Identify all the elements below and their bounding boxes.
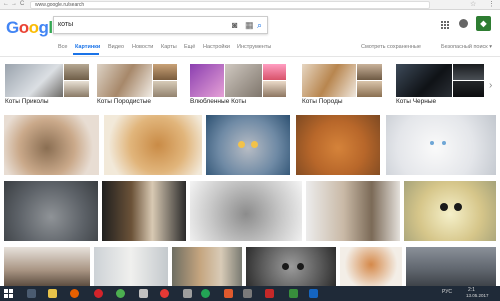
image-result[interactable] [94,247,168,286]
related-chip-porody[interactable]: Коты Породы [302,64,382,111]
tab-more[interactable]: Ещё [184,44,195,50]
logo-letter: o [28,18,39,37]
app-icon[interactable] [183,289,192,298]
image-result[interactable] [406,247,496,286]
image-result[interactable] [104,115,202,175]
related-chip-vlyublennye[interactable]: Влюбленные Коты [190,64,286,111]
reload-button[interactable]: C [20,1,24,7]
divider [0,56,500,57]
search-input[interactable]: коты [58,21,73,28]
spreadsheet-icon[interactable] [289,289,298,298]
chip-label: Коты Породы [302,98,343,105]
screenshot-root: ← → C www.google.ru/search ☆ ⋮ Google ко… [0,0,500,301]
image-result[interactable] [190,181,302,241]
chrome-icon[interactable] [116,289,125,298]
opera-icon[interactable] [94,289,103,298]
tab-news[interactable]: Новости [132,44,153,50]
chip-label: Влюбленные Коты [190,98,247,105]
tab-video[interactable]: Видео [108,44,124,50]
apps-grid-icon[interactable] [441,21,449,29]
forward-button[interactable]: → [11,1,17,7]
image-result[interactable] [246,247,336,286]
logo-letter: g [38,18,49,37]
tab-tools[interactable]: Инструменты [237,44,271,50]
camera-icon[interactable]: ◙ [232,20,237,30]
app-icon[interactable] [139,289,148,298]
tab-maps[interactable]: Карты [161,44,177,50]
image-result[interactable] [206,115,290,175]
image-result[interactable] [172,247,242,286]
image-result[interactable] [102,181,186,241]
active-tab-indicator [73,53,99,55]
tab-images[interactable]: Картинки [75,44,100,50]
firefox-icon[interactable] [70,289,79,298]
whatsapp-icon[interactable] [201,289,210,298]
keyboard-icon[interactable]: ▦ [245,20,254,31]
chip-label: Коты Приколы [5,98,49,105]
browser-menu-icon[interactable]: ⋮ [488,0,495,8]
related-chip-chernye[interactable]: Коты Черные [396,64,484,111]
tab-settings[interactable]: Настройки [203,44,230,50]
related-chip-porodistye[interactable]: Коты Породистые [97,64,177,111]
image-result[interactable] [4,247,90,286]
bookmark-star-icon[interactable]: ☆ [470,0,476,8]
file-explorer-icon[interactable] [48,289,57,298]
image-result[interactable] [306,181,400,241]
safe-search-toggle[interactable]: Безопасный поиск ▾ [441,44,492,50]
notifications-icon[interactable] [459,19,468,28]
task-view-icon[interactable] [27,289,36,298]
image-result[interactable] [404,181,496,241]
chevron-right-icon[interactable]: › [489,80,492,91]
image-result[interactable] [296,115,380,175]
image-result[interactable] [340,247,402,286]
chip-label: Коты Породистые [97,98,152,105]
back-button[interactable]: ← [3,1,9,7]
yandex-browser-icon[interactable] [160,289,169,298]
saved-images-link[interactable]: Смотреть сохраненные [361,44,421,50]
app-icon[interactable] [309,289,318,298]
windows-start-icon[interactable] [4,289,13,298]
logo-letter: o [18,18,29,37]
app-icon[interactable] [224,289,233,298]
related-chip-kotyprikoly[interactable]: Коты Приколы [5,64,89,111]
address-bar[interactable]: www.google.ru/search [30,1,430,9]
app-icon[interactable] [243,289,252,298]
search-icon[interactable]: ⌕ [257,20,262,31]
filezilla-icon[interactable] [265,289,274,298]
browser-toolbar: ← → C www.google.ru/search ☆ ⋮ [0,0,500,10]
tab-all[interactable]: Все [58,44,67,50]
image-result[interactable] [4,115,99,175]
clock-date[interactable]: 13.05.2017 [466,293,489,298]
search-box[interactable]: коты ◙ ▦ ⌕ [53,16,268,34]
logo-letter: G [6,18,19,37]
language-indicator[interactable]: РУС [442,289,452,295]
image-result[interactable] [386,115,496,175]
chip-label: Коты Черные [396,98,437,105]
avatar[interactable]: ◆ [476,16,491,31]
image-result[interactable] [4,181,98,241]
